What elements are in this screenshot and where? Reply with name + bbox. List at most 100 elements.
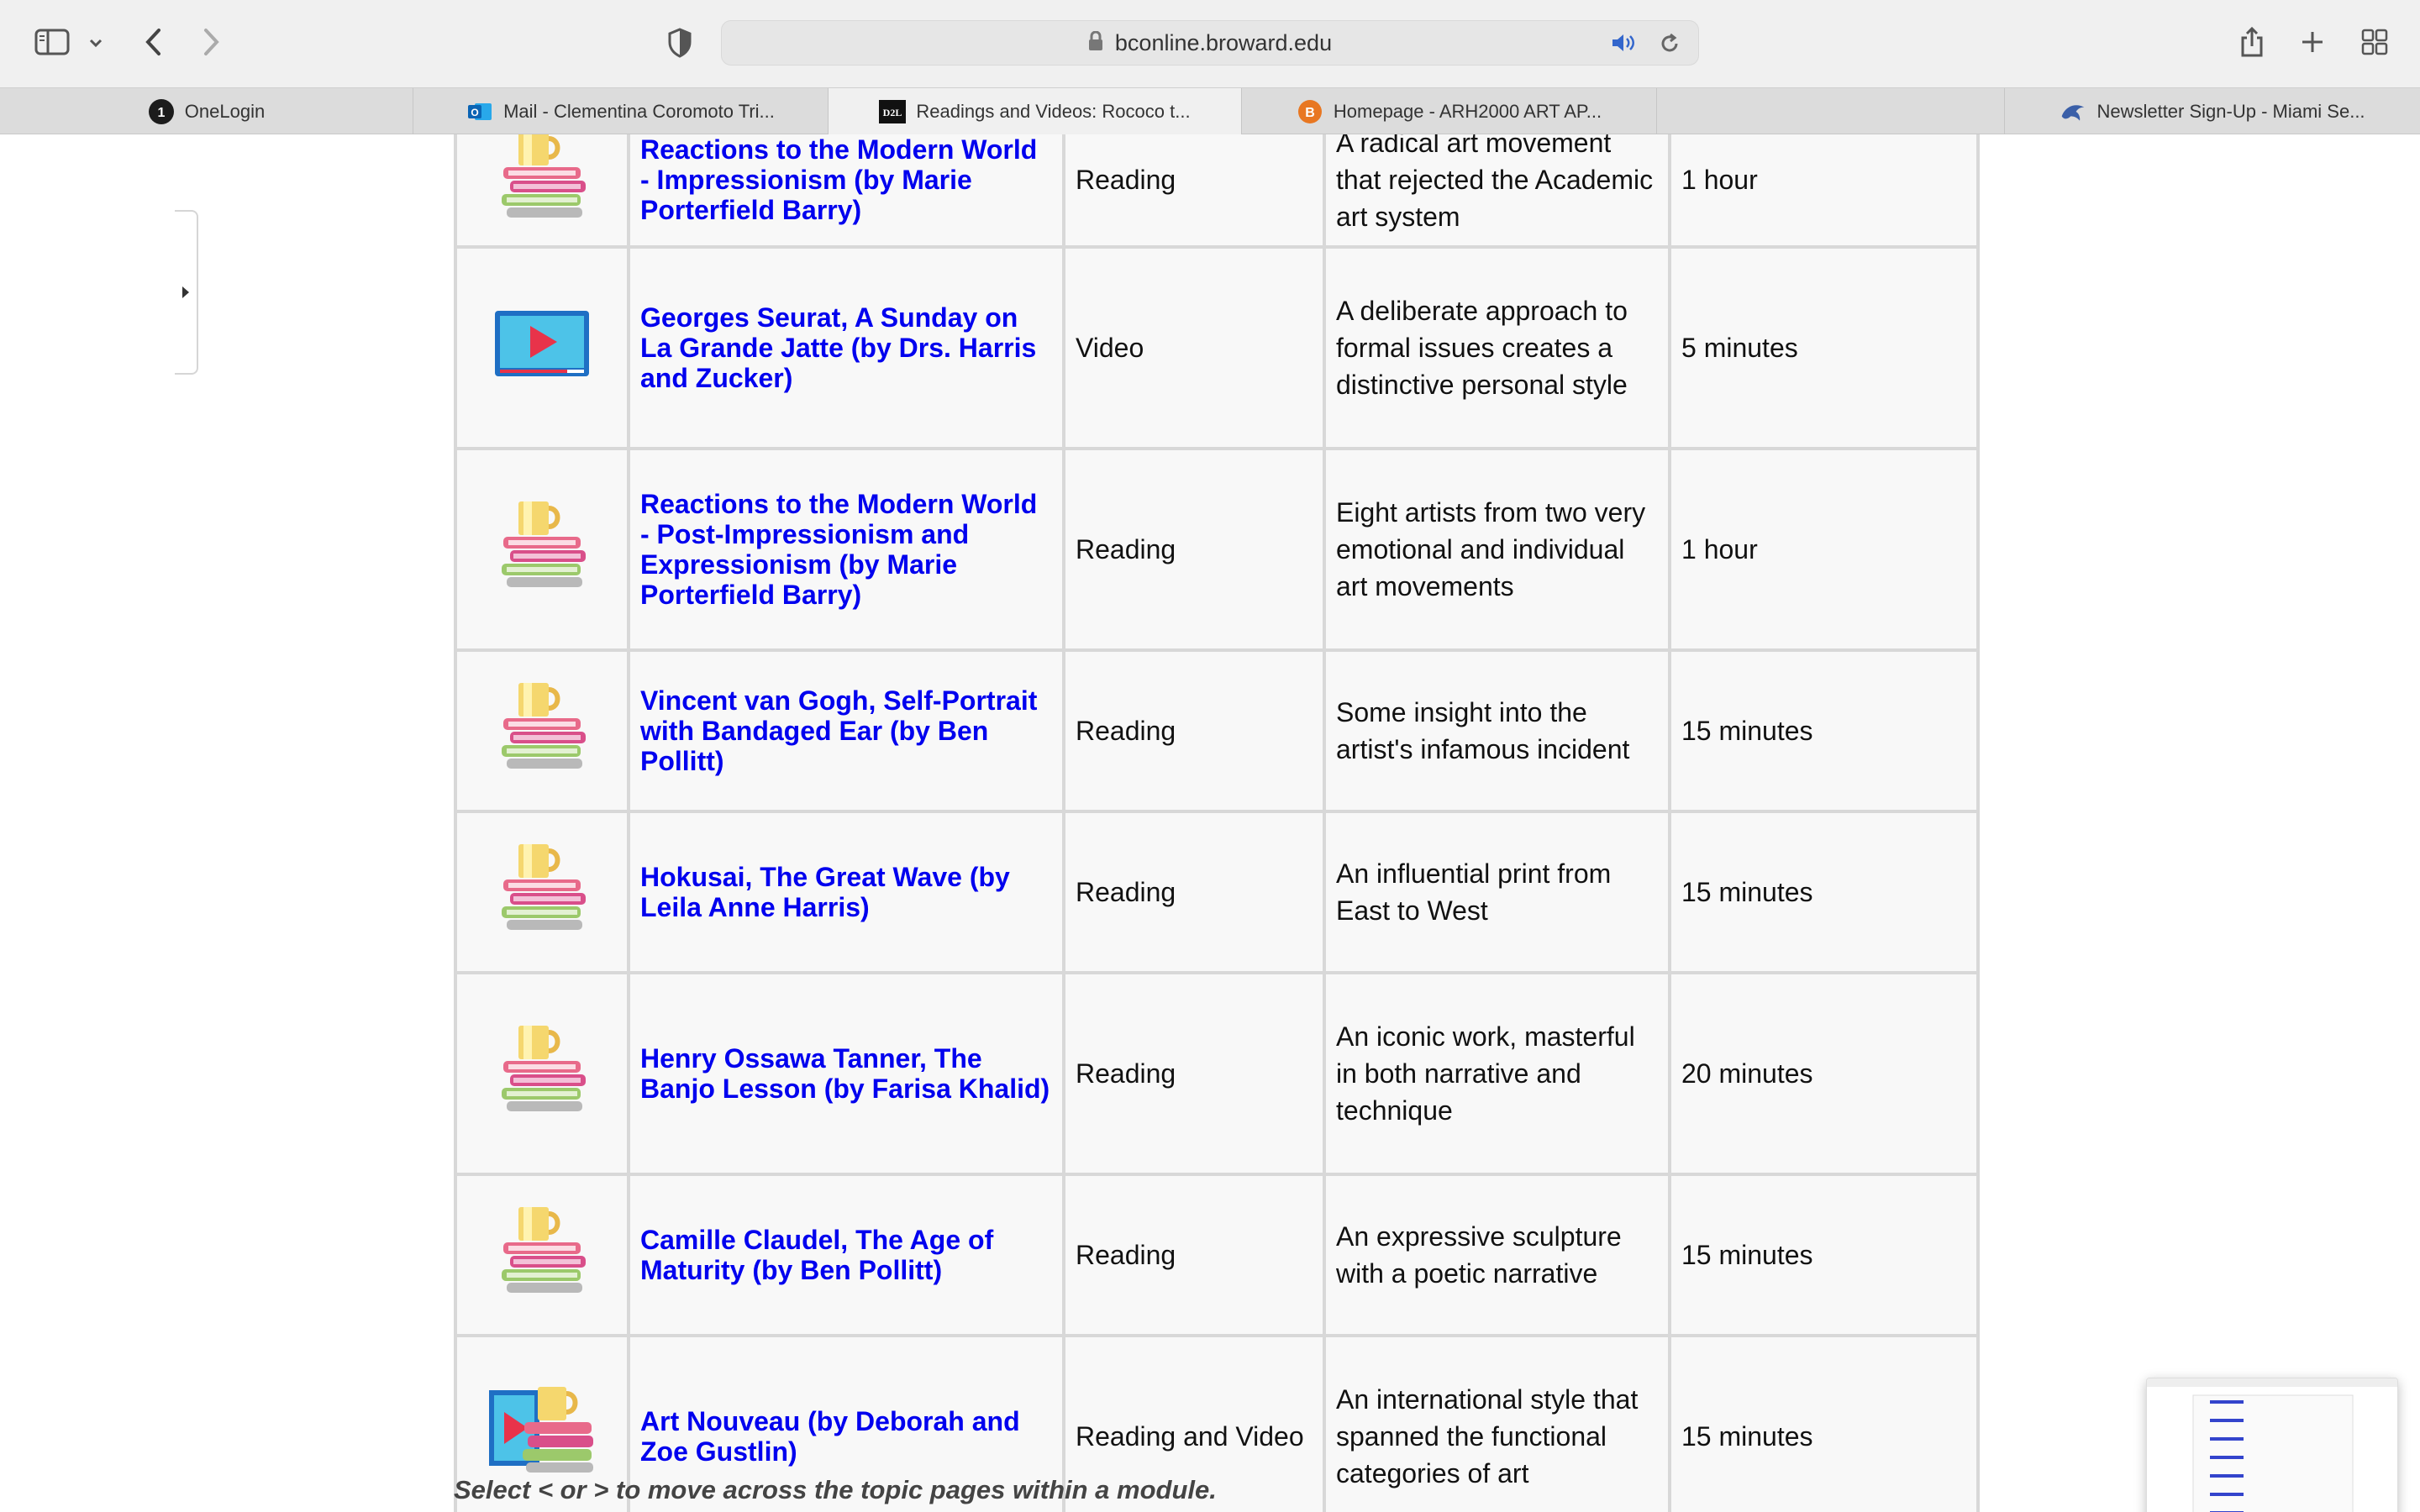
title-cell: Reactions to the Modern World - Impressi… <box>627 134 1065 249</box>
description-cell: An iconic work, masterful in both narrat… <box>1323 971 1671 1176</box>
reload-icon[interactable] <box>1658 32 1681 60</box>
forward-arrow-icon[interactable] <box>195 25 229 59</box>
tab-homepage[interactable]: B Homepage - ARH2000 ART AP... <box>1242 88 1657 135</box>
icon-cell <box>454 1173 630 1337</box>
title-cell: Camille Claudel, The Age of Maturity (by… <box>627 1173 1065 1337</box>
caret-right-icon <box>182 286 189 298</box>
duration-cell: 15 minutes <box>1668 648 1980 813</box>
description-cell: Some insight into the artist's infamous … <box>1323 648 1671 813</box>
books-icon <box>492 134 592 228</box>
title-cell: Vincent van Gogh, Self-Portrait with Ban… <box>627 648 1065 813</box>
description-cell: An international style that spanned the … <box>1323 1334 1671 1512</box>
description-cell: A deliberate approach to formal issues c… <box>1323 245 1671 450</box>
navigation-hint: Select < or > to move across the topic p… <box>454 1475 1217 1504</box>
duration-cell: 15 minutes <box>1668 1173 1980 1337</box>
new-tab-plus-icon[interactable] <box>2296 25 2329 59</box>
icon-cell <box>454 134 630 249</box>
back-arrow-icon[interactable] <box>136 25 170 59</box>
type-cell: Reading <box>1062 1173 1326 1337</box>
tab-strip: 1 OneLogin O Mail - Clementina Coromoto … <box>0 87 2420 135</box>
reading-title-link[interactable]: Art Nouveau (by Deborah and Zoe Gustlin) <box>640 1406 1052 1467</box>
table-row: Georges Seurat, A Sunday on La Grande Ja… <box>454 245 1980 450</box>
reading-title-link[interactable]: Reactions to the Modern World - Impressi… <box>640 134 1052 225</box>
type-cell: Reading <box>1062 134 1326 249</box>
tab-label: Readings and Videos: Rococo t... <box>916 101 1191 122</box>
outlook-icon: O <box>466 98 493 125</box>
tab-onelogin[interactable]: 1 OneLogin <box>0 88 413 135</box>
sidebar-toggle-icon[interactable] <box>32 25 72 59</box>
books-icon <box>492 501 592 598</box>
dolphin-icon <box>2060 98 2086 125</box>
reading-title-link[interactable]: Georges Seurat, A Sunday on La Grande Ja… <box>640 302 1052 393</box>
table-row: Reactions to the Modern World - Post-Imp… <box>454 447 1980 652</box>
icon-cell <box>454 447 630 652</box>
duration-cell: 15 minutes <box>1668 1334 1980 1512</box>
tab-readings[interactable]: D2L Readings and Videos: Rococo t... <box>829 88 1242 135</box>
tab-label: Mail - Clementina Coromoto Tri... <box>503 101 775 122</box>
type-cell: Reading <box>1062 810 1326 974</box>
table-row: Camille Claudel, The Age of Maturity (by… <box>454 1173 1980 1337</box>
icon-cell <box>454 245 630 450</box>
reading-title-link[interactable]: Henry Ossawa Tanner, The Banjo Lesson (b… <box>640 1043 1052 1104</box>
description-cell: A radical art movement that rejected the… <box>1323 134 1671 249</box>
table-row: Vincent van Gogh, Self-Portrait with Ban… <box>454 648 1980 813</box>
svg-text:D2L: D2L <box>883 107 902 118</box>
type-cell: Reading <box>1062 447 1326 652</box>
icon-cell <box>454 648 630 813</box>
privacy-shield-icon[interactable] <box>664 25 696 60</box>
description-cell: An influential print from East to West <box>1323 810 1671 974</box>
tab-blank[interactable] <box>1657 88 2005 135</box>
readings-table: Reactions to the Modern World - Impressi… <box>454 134 1980 1512</box>
video-icon <box>492 310 592 387</box>
tab-overview-icon[interactable] <box>2358 25 2391 59</box>
d2l-icon: D2L <box>879 98 907 125</box>
svg-text:B: B <box>1305 106 1315 120</box>
chevron-down-icon[interactable] <box>84 32 108 54</box>
tab-mail[interactable]: O Mail - Clementina Coromoto Tri... <box>413 88 829 135</box>
duration-cell: 15 minutes <box>1668 810 1980 974</box>
icon-cell <box>454 971 630 1176</box>
speaker-icon[interactable] <box>1611 32 1638 58</box>
title-cell: Georges Seurat, A Sunday on La Grande Ja… <box>627 245 1065 450</box>
tab-label: OneLogin <box>184 101 266 122</box>
title-cell: Reactions to the Modern World - Post-Imp… <box>627 447 1065 652</box>
icon-cell <box>454 810 630 974</box>
lock-icon <box>1088 30 1103 55</box>
duration-cell: 1 hour <box>1668 134 1980 249</box>
title-cell: Henry Ossawa Tanner, The Banjo Lesson (b… <box>627 971 1065 1176</box>
browser-toolbar: bconline.broward.edu <box>0 0 2420 87</box>
sidebar-expand-button[interactable] <box>175 210 198 375</box>
reading-title-link[interactable]: Vincent van Gogh, Self-Portrait with Ban… <box>640 685 1052 776</box>
type-cell: Video <box>1062 245 1326 450</box>
books-icon <box>492 1206 592 1304</box>
title-cell: Hokusai, The Great Wave (by Leila Anne H… <box>627 810 1065 974</box>
picture-in-picture-thumbnail[interactable] <box>2146 1378 2398 1512</box>
table-row: Hokusai, The Great Wave (by Leila Anne H… <box>454 810 1980 974</box>
duration-cell: 1 hour <box>1668 447 1980 652</box>
share-icon[interactable] <box>2235 24 2269 60</box>
svg-text:O: O <box>471 107 478 118</box>
tab-label: Newsletter Sign-Up - Miami Se... <box>2096 101 2365 122</box>
address-bar[interactable]: bconline.broward.edu <box>721 20 1699 66</box>
onelogin-icon: 1 <box>148 98 175 125</box>
books-icon <box>492 1025 592 1122</box>
description-cell: Eight artists from two very emotional an… <box>1323 447 1671 652</box>
tab-newsletter[interactable]: Newsletter Sign-Up - Miami Se... <box>2005 88 2420 135</box>
reading-title-link[interactable]: Reactions to the Modern World - Post-Imp… <box>640 489 1052 610</box>
description-cell: An expressive sculpture with a poetic na… <box>1323 1173 1671 1337</box>
table-row: Reactions to the Modern World - Impressi… <box>454 134 1980 249</box>
duration-cell: 20 minutes <box>1668 971 1980 1176</box>
tab-label: Homepage - ARH2000 ART AP... <box>1333 101 1602 122</box>
books-icon <box>492 682 592 780</box>
page-content: Reactions to the Modern World - Impressi… <box>0 134 2420 1512</box>
table-row: Henry Ossawa Tanner, The Banjo Lesson (b… <box>454 971 1980 1176</box>
reading-title-link[interactable]: Hokusai, The Great Wave (by Leila Anne H… <box>640 862 1052 922</box>
type-cell: Reading <box>1062 971 1326 1176</box>
duration-cell: 5 minutes <box>1668 245 1980 450</box>
reading-title-link[interactable]: Camille Claudel, The Age of Maturity (by… <box>640 1225 1052 1285</box>
url-text: bconline.broward.edu <box>1114 29 1333 55</box>
svg-text:1: 1 <box>157 106 165 120</box>
books-icon <box>492 843 592 941</box>
b-logo-icon: B <box>1297 98 1323 125</box>
type-cell: Reading <box>1062 648 1326 813</box>
